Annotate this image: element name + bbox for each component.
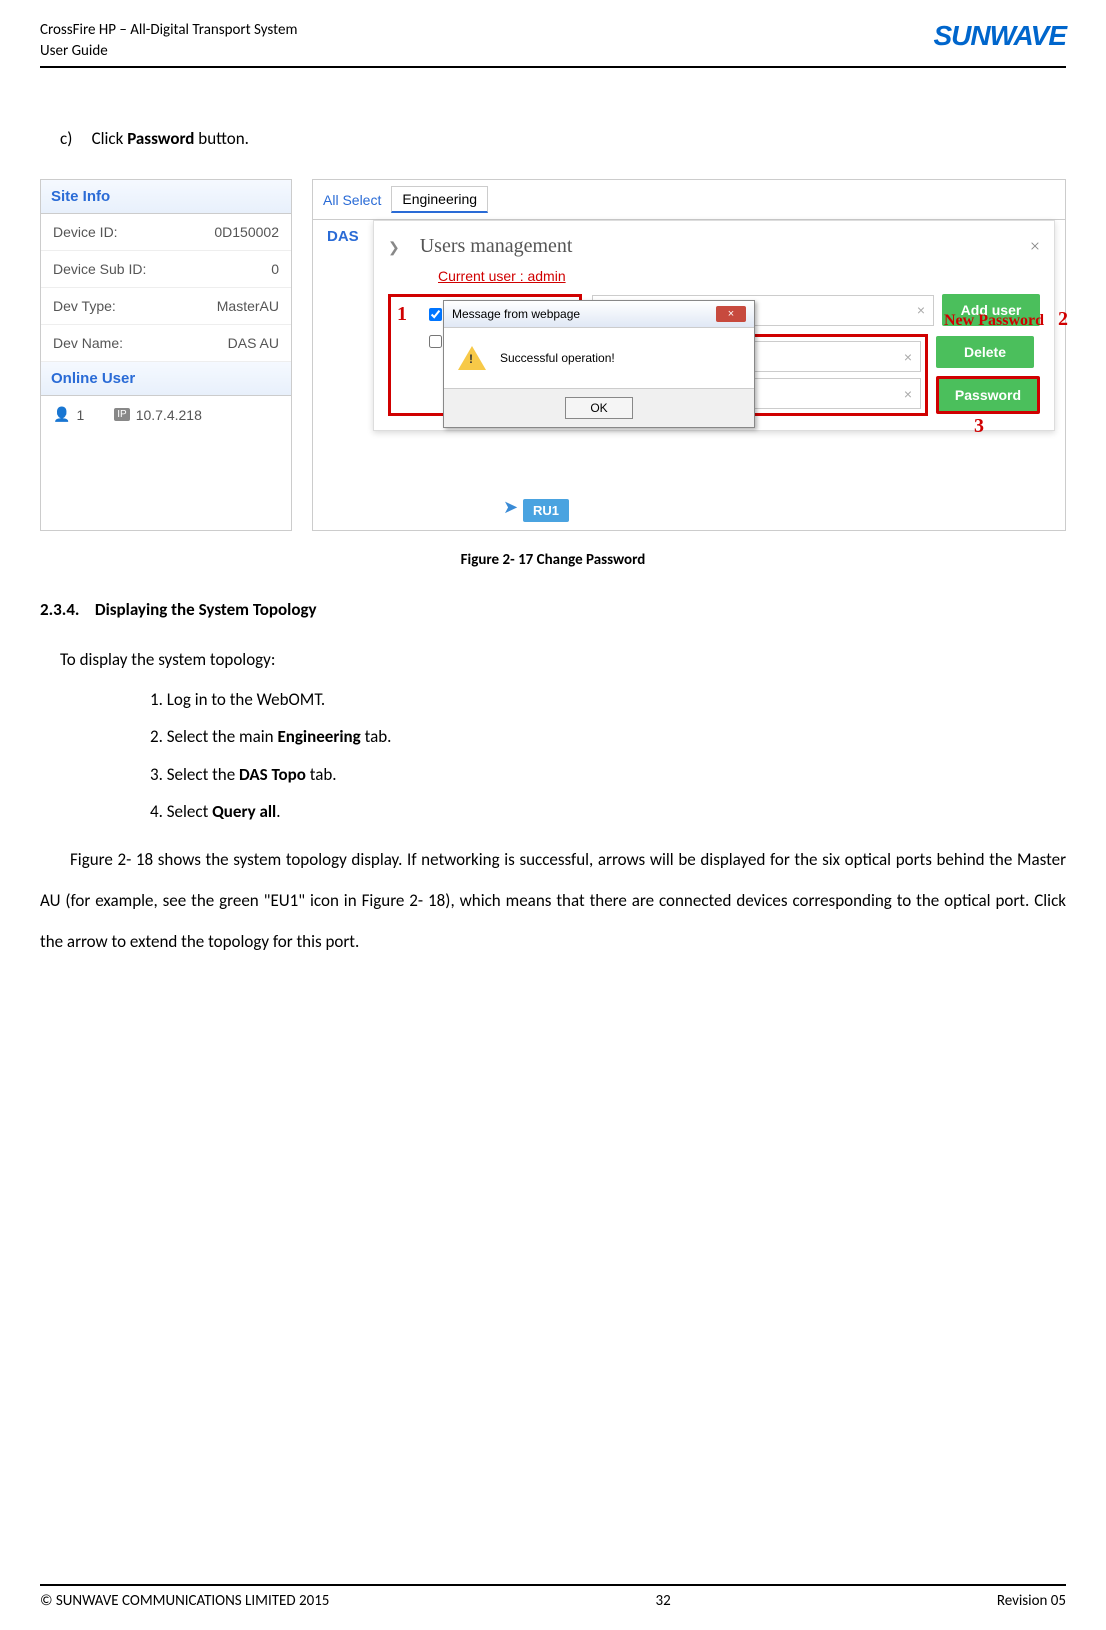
section-heading: 2.3.4. Displaying the System Topology (40, 599, 1066, 620)
checkbox-test[interactable] (429, 308, 442, 321)
intro-text: To display the system topology: (60, 640, 1066, 681)
annotation-2: 2 (1058, 308, 1068, 331)
clear-icon[interactable]: × (904, 386, 912, 402)
msgbox-text: Successful operation! (500, 351, 615, 365)
list-item: 2. Select the main Engineering tab. (150, 718, 1066, 755)
modal-title: Users management (420, 235, 573, 257)
user-icon: 👤 (53, 406, 70, 423)
clear-icon[interactable]: × (904, 349, 912, 365)
figure-caption: Figure 2- 17 Change Password (40, 551, 1066, 569)
delete-button[interactable]: Delete (936, 336, 1034, 368)
annotation-1: 1 (397, 303, 407, 326)
site-info-panel: Site Info Device ID:0D150002 Device Sub … (40, 179, 292, 531)
page-header: CrossFire HP – All-Digital Transport Sys… (40, 20, 1066, 68)
site-info-header: Site Info (41, 180, 291, 214)
info-row: Device ID:0D150002 (41, 214, 291, 251)
info-row: Dev Type:MasterAU (41, 288, 291, 325)
das-label[interactable]: DAS (313, 220, 373, 253)
checkbox-admin[interactable] (429, 335, 442, 348)
ip-badge: IP (114, 408, 129, 421)
paragraph: Figure 2- 18 shows the system topology d… (40, 840, 1066, 962)
online-user-row: 👤 1 IP 10.7.4.218 (41, 396, 291, 433)
tab-engineering[interactable]: Engineering (391, 186, 488, 213)
doc-title: CrossFire HP – All-Digital Transport Sys… (40, 20, 297, 41)
page-footer: © SUNWAVE COMMUNICATIONS LIMITED 2015 32… (40, 1584, 1066, 1610)
list-item: 3. Select the DAS Topo tab. (150, 756, 1066, 793)
password-button[interactable]: Password (936, 376, 1040, 414)
list-item: 4. Select Query all. (150, 793, 1066, 830)
online-user-header: Online User (41, 362, 291, 396)
revision: Revision 05 (997, 1592, 1066, 1610)
msgbox-close-button[interactable]: × (716, 306, 746, 322)
doc-subtitle: User Guide (40, 41, 297, 62)
tabs-row: All Select Engineering (313, 180, 1065, 220)
arrow-icon: ➤ (503, 497, 518, 518)
ok-button[interactable]: OK (565, 397, 632, 419)
all-select-link[interactable]: All Select (323, 192, 381, 208)
copyright: © SUNWAVE COMMUNICATIONS LIMITED 2015 (40, 1592, 329, 1610)
msgbox-title: Message from webpage (452, 307, 580, 321)
brand-logo: SUNWAVE (934, 20, 1067, 52)
screenshot-figure: Site Info Device ID:0D150002 Device Sub … (40, 179, 1066, 531)
main-panel: All Select Engineering DAS ❯ Users manag… (312, 179, 1066, 531)
list-item: 1. Log in to the WebOMT. (150, 681, 1066, 718)
step-c: c) Click Password button. (60, 128, 1066, 149)
chevron-icon: ❯ (388, 241, 400, 256)
close-icon[interactable]: × (1030, 236, 1040, 257)
new-password-label: New Password (944, 312, 1044, 330)
current-user-label: Current user : admin (438, 268, 1040, 284)
clear-icon[interactable]: × (917, 302, 925, 318)
info-row: Dev Name:DAS AU (41, 325, 291, 362)
info-row: Device Sub ID:0 (41, 251, 291, 288)
annotation-3: 3 (974, 415, 984, 438)
page-number: 32 (656, 1592, 671, 1610)
warning-icon (458, 346, 486, 370)
ru1-tag[interactable]: RU1 (523, 499, 569, 522)
message-box: Message from webpage × Successful operat… (443, 300, 755, 428)
